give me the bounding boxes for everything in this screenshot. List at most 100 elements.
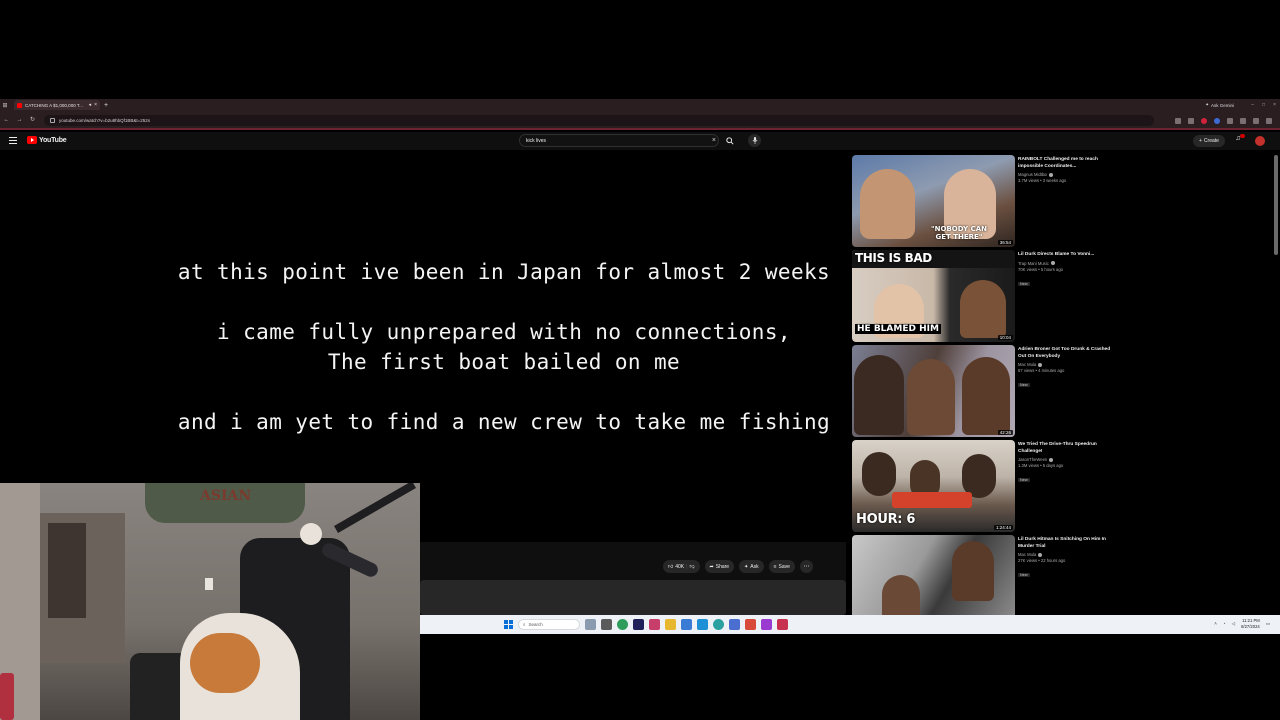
video-stats: 70K views • 5 hours ago xyxy=(1018,266,1063,272)
video-thumbnail[interactable]: THIS IS BAD HE BLAMED HIM 10:04 xyxy=(852,250,1015,342)
create-button[interactable]: + Create xyxy=(1193,135,1225,147)
video-meta: RAINBOLT Challenged me to reach impossib… xyxy=(1018,157,1118,183)
page-scrollbar[interactable] xyxy=(1274,155,1278,255)
caption-line-3: The first boat bailed on me xyxy=(327,350,681,374)
account-avatar[interactable] xyxy=(1255,136,1265,146)
taskbar-apps xyxy=(585,619,788,630)
video-title[interactable]: RAINBOLT Challenged me to reach impossib… xyxy=(1018,157,1118,170)
new-badge: New xyxy=(1018,478,1030,482)
notifications-bell-icon[interactable]: ♫ xyxy=(1233,134,1245,147)
install-app-icon[interactable] xyxy=(1175,117,1181,124)
close-window-icon[interactable]: × xyxy=(1273,102,1276,108)
video-stats: 67 views • 4 minutes ago xyxy=(1018,368,1065,373)
hamburger-menu-icon[interactable] xyxy=(9,137,17,144)
task-view-icon[interactable] xyxy=(585,619,596,630)
thumbnail-overlay-top: THIS IS BAD xyxy=(855,251,932,265)
recommendation-item[interactable]: HOUR: 6 1:24:44 We Tried The Drive-Thru … xyxy=(852,440,1272,532)
channel-name[interactable]: Mac Mula xyxy=(1018,552,1036,557)
channel-name[interactable]: Mac Mula xyxy=(1018,362,1036,367)
extensions-puzzle-icon[interactable] xyxy=(1227,117,1233,124)
reload-icon[interactable]: ↻ xyxy=(26,116,39,123)
video-title[interactable]: Adrien Broner Got Too Drunk & Crashed Ou… xyxy=(1018,347,1118,360)
channel-name[interactable]: JasonTheWeen xyxy=(1018,457,1047,462)
video-title[interactable]: We Tried The Drive-Thru Speedrun Challen… xyxy=(1018,442,1118,455)
tray-chevron-icon[interactable]: ˄ xyxy=(1214,621,1217,626)
thumbs-down-icon[interactable]: 👎︎ xyxy=(689,564,694,570)
channel-name[interactable]: Magnus Midtbø xyxy=(1018,172,1047,177)
forward-icon[interactable]: → xyxy=(13,117,26,123)
channel-name[interactable]: Trap Mani Music xyxy=(1018,261,1049,266)
taskbar-clock[interactable]: 11:21 PM 8/27/2024 xyxy=(1241,618,1260,629)
video-thumbnail[interactable] xyxy=(852,535,1015,615)
site-info-icon[interactable] xyxy=(50,118,55,123)
back-icon[interactable]: ← xyxy=(0,117,13,123)
download-icon[interactable] xyxy=(1240,117,1246,124)
wifi-icon[interactable]: ◔ xyxy=(1223,621,1226,626)
minimize-icon[interactable]: – xyxy=(1251,102,1254,108)
tab-close-icon[interactable]: × xyxy=(94,102,97,108)
tab-title: CATCHING A $1,000,000 T... xyxy=(25,102,83,108)
volume-icon[interactable]: ◁ xyxy=(1232,621,1235,627)
voice-search-button[interactable] xyxy=(748,134,761,147)
search-button[interactable] xyxy=(722,134,738,147)
ask-gemini-button[interactable]: ✦ Ask Gemini xyxy=(1205,100,1234,110)
share-button[interactable]: ➦ Share xyxy=(704,560,735,573)
edge-icon[interactable] xyxy=(713,619,724,630)
new-tab-button[interactable]: + xyxy=(104,102,108,109)
speaker-icon[interactable]: ◂ xyxy=(89,102,92,108)
menu-dots-icon[interactable] xyxy=(1266,117,1272,124)
youtube-play-icon xyxy=(27,136,37,144)
caption-line-1: at this point ive been in Japan for almo… xyxy=(177,260,831,284)
ask-button[interactable]: ✦ Ask xyxy=(739,560,764,573)
app-red-icon[interactable] xyxy=(745,619,756,630)
app-blue-icon[interactable] xyxy=(681,619,692,630)
app-indigo-icon[interactable] xyxy=(729,619,740,630)
clear-search-icon[interactable]: × xyxy=(712,137,716,144)
app-crimson-icon[interactable] xyxy=(777,619,788,630)
save-label: Save xyxy=(778,563,790,570)
channel-row: Trap Mani Music xyxy=(1018,261,1118,266)
search-icon xyxy=(726,136,734,145)
windows-start-icon[interactable] xyxy=(504,620,513,629)
tab-search-icon[interactable]: ⊞ xyxy=(0,100,10,110)
video-thumbnail[interactable]: HOUR: 6 1:24:44 xyxy=(852,440,1015,532)
profile-icon[interactable] xyxy=(1253,117,1259,124)
youtube-logo[interactable]: YouTube xyxy=(27,136,67,144)
more-actions-icon[interactable]: ⋯ xyxy=(799,560,813,573)
save-button[interactable]: ≡ Save xyxy=(768,560,795,573)
taskbar-search-input[interactable]: ⌕ Search xyxy=(518,619,580,630)
video-duration: 36:54 xyxy=(997,240,1013,245)
video-thumbnail[interactable]: 42:26 xyxy=(852,345,1015,437)
video-title[interactable]: Lil Durk Directs Blame To Vonni... xyxy=(1018,252,1118,259)
video-thumbnail[interactable]: "NOBODY CAN GET THERE" 36:54 xyxy=(852,155,1015,247)
store-icon[interactable] xyxy=(697,619,708,630)
app-pink-icon[interactable] xyxy=(649,619,660,630)
recommendation-item[interactable]: "NOBODY CAN GET THERE" 36:54 RAINBOLT Ch… xyxy=(852,155,1272,247)
search-query: kick lives xyxy=(526,137,547,144)
channel-row: JasonTheWeen xyxy=(1018,457,1118,462)
address-bar[interactable]: youtube.com/watch?v=b2u8hbQf1BB&t=252s xyxy=(44,115,1154,126)
recommendation-item[interactable]: 42:26 Adrien Broner Got Too Drunk & Cras… xyxy=(852,345,1272,437)
maximize-icon[interactable]: □ xyxy=(1262,102,1265,108)
like-button[interactable]: 👍︎ 40K | 👎︎ xyxy=(663,560,700,573)
file-explorer-dark-icon[interactable] xyxy=(601,619,612,630)
recommendation-item[interactable]: THIS IS BAD HE BLAMED HIM 10:04 Lil Durk… xyxy=(852,250,1272,342)
video-duration: 1:24:44 xyxy=(993,525,1013,530)
chrome-icon[interactable] xyxy=(617,619,628,630)
ask-label: Ask xyxy=(750,563,759,570)
extension-blue-icon[interactable] xyxy=(1214,117,1220,124)
bookmark-star-icon[interactable] xyxy=(1188,117,1194,124)
like-count: 40K xyxy=(675,563,685,570)
notification-center-icon[interactable]: ▭ xyxy=(1266,621,1270,627)
description-box[interactable] xyxy=(420,580,846,615)
search-input[interactable]: kick lives × xyxy=(519,134,719,147)
new-badge: New xyxy=(1018,383,1030,387)
recommendation-item[interactable]: Lil Durk Hitman Is Snitching On Him In M… xyxy=(852,535,1272,615)
video-title[interactable]: Lil Durk Hitman Is Snitching On Him In M… xyxy=(1018,537,1118,550)
verified-icon xyxy=(1038,362,1043,367)
tab-active[interactable]: CATCHING A $1,000,000 T... ◂ × xyxy=(14,100,100,110)
app-purple-icon[interactable] xyxy=(761,619,772,630)
folder-icon[interactable] xyxy=(665,619,676,630)
after-effects-icon[interactable] xyxy=(633,619,644,630)
extension-red-icon[interactable] xyxy=(1201,117,1207,124)
